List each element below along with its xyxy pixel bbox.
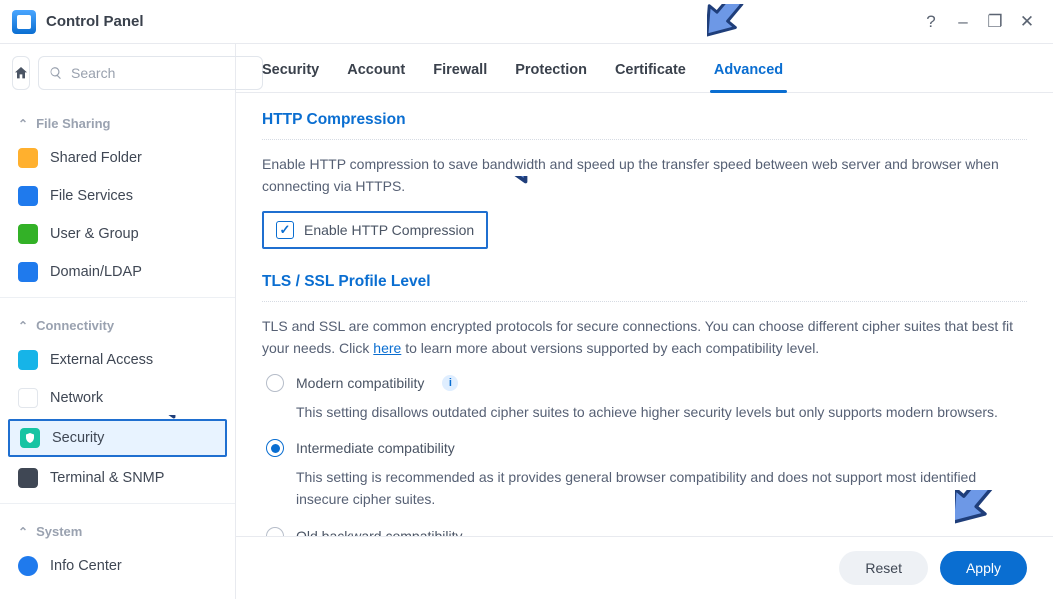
- tab-advanced[interactable]: Advanced: [714, 62, 783, 92]
- radio-desc-intermediate: This setting is recommended as it provid…: [266, 463, 1027, 512]
- sidebar-item-label: Info Center: [50, 558, 122, 574]
- sidebar-item-label: External Access: [50, 352, 153, 368]
- main-panel: Security Account Firewall Protection Cer…: [236, 44, 1053, 599]
- chevron-up-icon: ⌃: [18, 525, 28, 539]
- radio-option-old: Old backward compatibility: [262, 527, 1027, 536]
- sidebar-group-connectivity[interactable]: ⌃ Connectivity: [0, 304, 235, 341]
- terminal-icon: [18, 468, 38, 488]
- divider: [0, 503, 235, 504]
- section-desc-tls: TLS and SSL are common encrypted protoco…: [262, 316, 1027, 359]
- sidebar-item-label: Domain/LDAP: [50, 264, 142, 280]
- search-icon: [49, 66, 63, 80]
- sidebar-item-file-services[interactable]: File Services: [0, 177, 235, 215]
- folder-icon: [18, 148, 38, 168]
- apply-button[interactable]: Apply: [940, 551, 1027, 585]
- link-here[interactable]: here: [373, 340, 401, 356]
- tab-firewall[interactable]: Firewall: [433, 62, 487, 92]
- radio-label: Old backward compatibility: [296, 528, 463, 536]
- domain-icon: [18, 262, 38, 282]
- sidebar-item-label: Terminal & SNMP: [50, 470, 164, 486]
- search-field[interactable]: [38, 56, 263, 90]
- radio-desc-modern: This setting disallows outdated cipher s…: [266, 398, 1027, 426]
- divider: [0, 297, 235, 298]
- sidebar-item-info-center[interactable]: Info Center: [0, 547, 235, 585]
- radio-option-intermediate: Intermediate compatibility This setting …: [262, 439, 1027, 512]
- help-button[interactable]: ?: [917, 8, 945, 36]
- tab-certificate[interactable]: Certificate: [615, 62, 686, 92]
- shield-icon: [20, 428, 40, 448]
- minimize-button[interactable]: –: [949, 8, 977, 36]
- radio-old[interactable]: Old backward compatibility: [266, 527, 1027, 536]
- group-label: File Sharing: [36, 116, 110, 131]
- reset-button[interactable]: Reset: [839, 551, 928, 585]
- sidebar-item-shared-folder[interactable]: Shared Folder: [0, 139, 235, 177]
- group-label: Connectivity: [36, 318, 114, 333]
- section-title-tls: TLS / SSL Profile Level: [262, 273, 1027, 302]
- sidebar-item-network[interactable]: Network: [0, 379, 235, 417]
- sidebar-item-external-access[interactable]: External Access: [0, 341, 235, 379]
- sidebar-item-security[interactable]: Security: [8, 419, 227, 457]
- sidebar-item-label: User & Group: [50, 226, 139, 242]
- chevron-up-icon: ⌃: [18, 319, 28, 333]
- home-icon: [13, 65, 29, 81]
- radio-intermediate[interactable]: Intermediate compatibility: [266, 439, 1027, 457]
- sidebar-item-user-group[interactable]: User & Group: [0, 215, 235, 253]
- tls-desc-post: to learn more about versions supported b…: [401, 340, 819, 356]
- radio-icon: [266, 527, 284, 536]
- sidebar-item-label: Shared Folder: [50, 150, 142, 166]
- chevron-up-icon: ⌃: [18, 117, 28, 131]
- footer-actions: Reset Apply: [236, 536, 1053, 599]
- tab-protection[interactable]: Protection: [515, 62, 587, 92]
- maximize-button[interactable]: ❐: [981, 8, 1009, 36]
- tab-account[interactable]: Account: [347, 62, 405, 92]
- window-title: Control Panel: [46, 13, 144, 30]
- section-title-http-compression: HTTP Compression: [262, 111, 1027, 140]
- radio-label: Modern compatibility: [296, 375, 424, 391]
- checkbox-icon: [276, 221, 294, 239]
- file-services-icon: [18, 186, 38, 206]
- radio-icon: [266, 374, 284, 392]
- user-group-icon: [18, 224, 38, 244]
- close-button[interactable]: ✕: [1013, 8, 1041, 36]
- app-icon: [12, 10, 36, 34]
- radio-icon: [266, 439, 284, 457]
- sidebar-item-domain-ldap[interactable]: Domain/LDAP: [0, 253, 235, 291]
- sidebar-group-system[interactable]: ⌃ System: [0, 510, 235, 547]
- window-titlebar: Control Panel ? – ❐ ✕: [0, 0, 1053, 44]
- sidebar-group-file-sharing[interactable]: ⌃ File Sharing: [0, 102, 235, 139]
- sidebar-item-terminal-snmp[interactable]: Terminal & SNMP: [0, 459, 235, 497]
- info-icon[interactable]: i: [442, 375, 458, 391]
- section-desc-http-compression: Enable HTTP compression to save bandwidt…: [262, 154, 1027, 197]
- sidebar-item-label: Security: [52, 430, 104, 446]
- content-area: HTTP Compression Enable HTTP compression…: [236, 93, 1053, 536]
- radio-modern[interactable]: Modern compatibility i: [266, 374, 1027, 392]
- group-label: System: [36, 524, 82, 539]
- search-input[interactable]: [71, 65, 252, 81]
- radio-label: Intermediate compatibility: [296, 440, 455, 456]
- network-icon: [18, 388, 38, 408]
- tab-security[interactable]: Security: [262, 62, 319, 92]
- radio-option-modern: Modern compatibility i This setting disa…: [262, 374, 1027, 426]
- sidebar: ⌃ File Sharing Shared Folder File Servic…: [0, 44, 236, 599]
- checkbox-enable-http-compression[interactable]: Enable HTTP Compression: [262, 211, 488, 249]
- tab-bar: Security Account Firewall Protection Cer…: [236, 44, 1053, 93]
- info-icon: [18, 556, 38, 576]
- home-button[interactable]: [12, 56, 30, 90]
- sidebar-item-label: Network: [50, 390, 103, 406]
- globe-icon: [18, 350, 38, 370]
- sidebar-item-label: File Services: [50, 188, 133, 204]
- checkbox-label: Enable HTTP Compression: [304, 222, 474, 238]
